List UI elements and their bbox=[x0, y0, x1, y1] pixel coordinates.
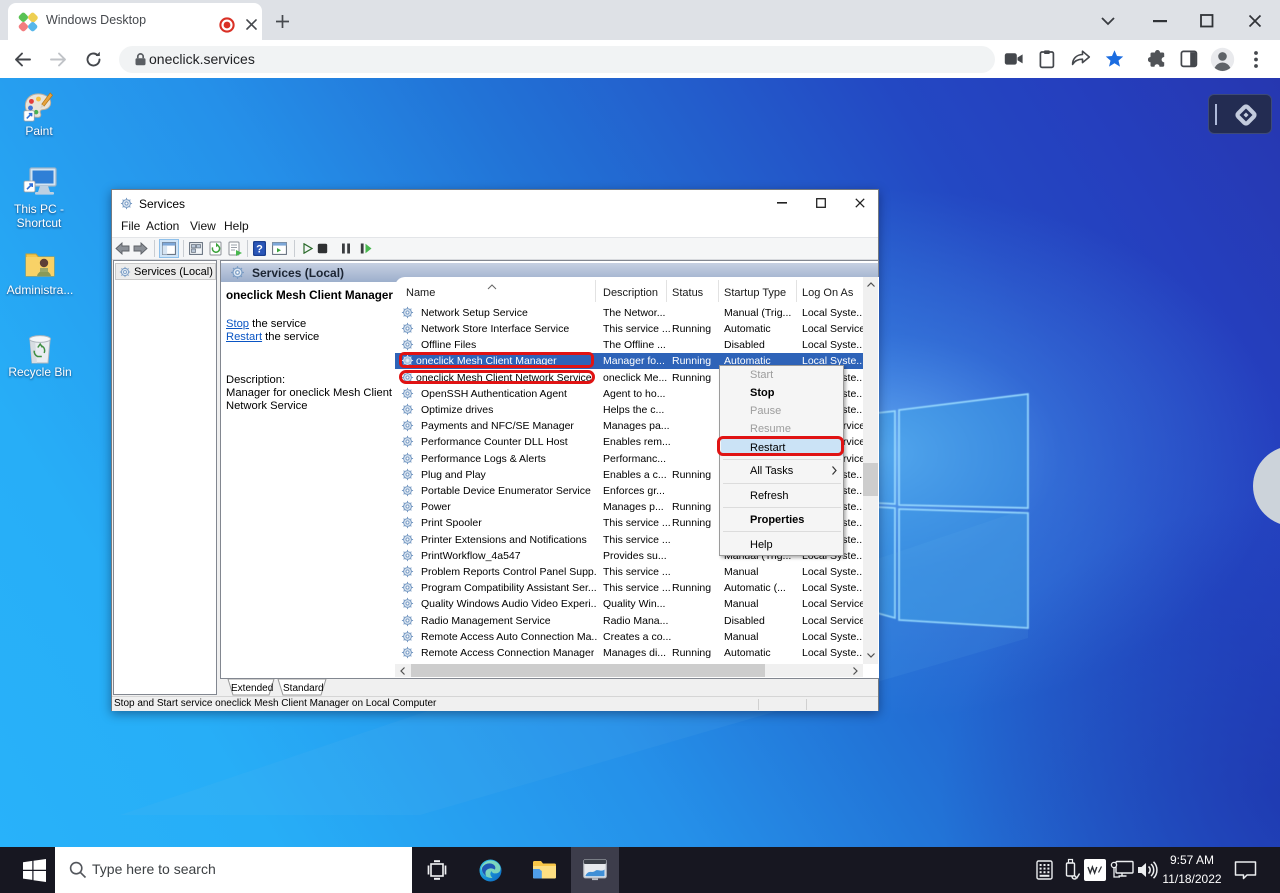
svg-text:Extended: Extended bbox=[231, 683, 273, 694]
svg-text:?: ? bbox=[256, 244, 263, 256]
svg-text:Standard: Standard bbox=[283, 683, 324, 694]
